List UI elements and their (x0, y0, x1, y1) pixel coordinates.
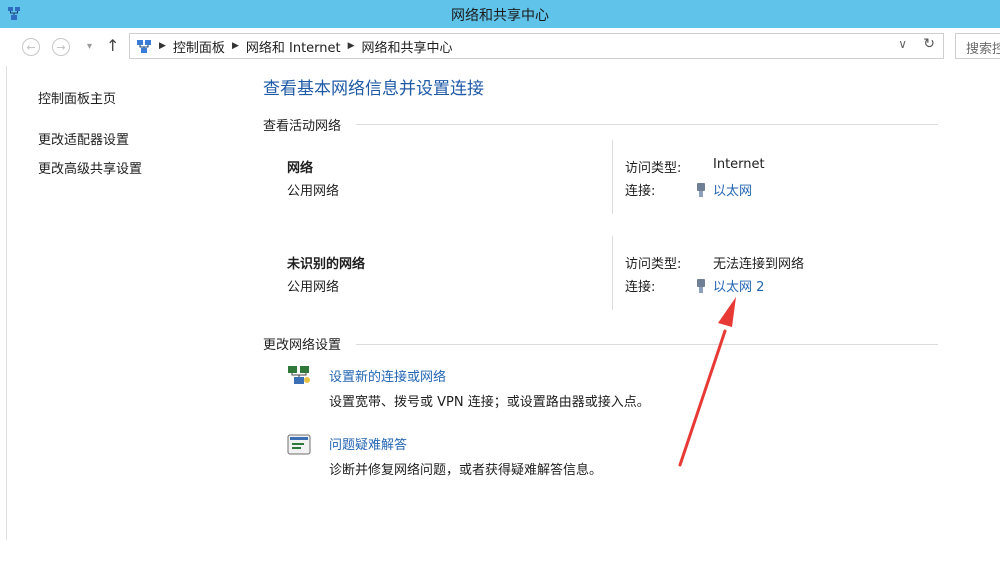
troubleshoot-description: 诊断并修复网络问题，或者获得疑难解答信息。 (329, 463, 603, 478)
search-input[interactable]: 搜索控制面板 (955, 33, 1000, 59)
sidebar-item-home[interactable]: 控制面板主页 (38, 88, 116, 107)
change-settings-heading: 更改网络设置 (263, 338, 342, 353)
sidebar-item-advanced-sharing[interactable]: 更改高级共享设置 (38, 158, 142, 177)
network-category: 公用网络 (287, 184, 340, 199)
breadcrumb-network-center[interactable]: 网络和共享中心 (362, 37, 453, 56)
troubleshoot-link[interactable]: 问题疑难解答 (329, 434, 407, 453)
chevron-down-icon[interactable]: ∨ (898, 37, 907, 51)
network-name: 网络 (287, 161, 314, 176)
connection-label: 连接: (625, 280, 656, 295)
access-type-label: 访问类型: (625, 257, 682, 272)
address-bar[interactable]: ▶ 控制面板 ▶ 网络和 Internet ▶ 网络和共享中心 ∨ ↻ (129, 33, 944, 59)
refresh-icon[interactable]: ↻ (923, 36, 935, 52)
breadcrumb-control-panel[interactable]: 控制面板 (173, 37, 225, 56)
ethernet-icon (697, 183, 705, 197)
access-type-label: 访问类型: (625, 161, 682, 176)
section-divider (356, 124, 938, 125)
sidebar-item-adapter-settings[interactable]: 更改适配器设置 (38, 129, 129, 148)
address-bar-area: ← → ▾ ↑ ▶ 控制面板 ▶ 网络和 Internet ▶ 网络和共享中心 … (0, 28, 1000, 66)
breadcrumb: ▶ 控制面板 ▶ 网络和 Internet ▶ 网络和共享中心 (136, 34, 453, 58)
title-bar: 网络和共享中心 (0, 0, 1000, 28)
up-arrow-icon[interactable]: ↑ (106, 36, 119, 55)
active-networks-heading: 查看活动网络 (263, 119, 342, 134)
breadcrumb-network-internet[interactable]: 网络和 Internet (246, 37, 341, 56)
new-connection-icon[interactable] (287, 364, 311, 386)
connection-link-ethernet[interactable]: 以太网 (695, 180, 752, 199)
page-title: 查看基本网络信息并设置连接 (263, 79, 484, 99)
chevron-right-icon[interactable]: ▶ (232, 41, 239, 51)
access-type-value: 无法连接到网络 (713, 257, 805, 272)
ethernet-icon (697, 279, 705, 293)
recent-pages-icon[interactable]: ▾ (87, 41, 92, 52)
forward-button[interactable]: → (52, 38, 70, 56)
chevron-right-icon[interactable]: ▶ (348, 41, 355, 51)
connection-label: 连接: (625, 184, 656, 199)
column-divider (612, 140, 613, 214)
section-divider (356, 344, 938, 345)
window-title: 网络和共享中心 (451, 8, 549, 24)
setup-connection-description: 设置宽带、拨号或 VPN 连接；或设置路由器或接入点。 (329, 395, 650, 410)
troubleshoot-icon[interactable] (287, 434, 311, 456)
setup-connection-link[interactable]: 设置新的连接或网络 (329, 366, 446, 385)
control-panel-icon (137, 40, 151, 53)
window-left-border (6, 66, 7, 540)
network-name: 未识别的网络 (287, 257, 366, 272)
connection-name[interactable]: 以太网 (713, 184, 752, 199)
network-category: 公用网络 (287, 280, 340, 295)
chevron-right-icon[interactable]: ▶ (159, 41, 166, 51)
column-divider (612, 236, 613, 310)
access-type-value: Internet (713, 157, 765, 172)
back-button[interactable]: ← (22, 38, 40, 56)
annotation-arrow-icon (678, 297, 736, 467)
